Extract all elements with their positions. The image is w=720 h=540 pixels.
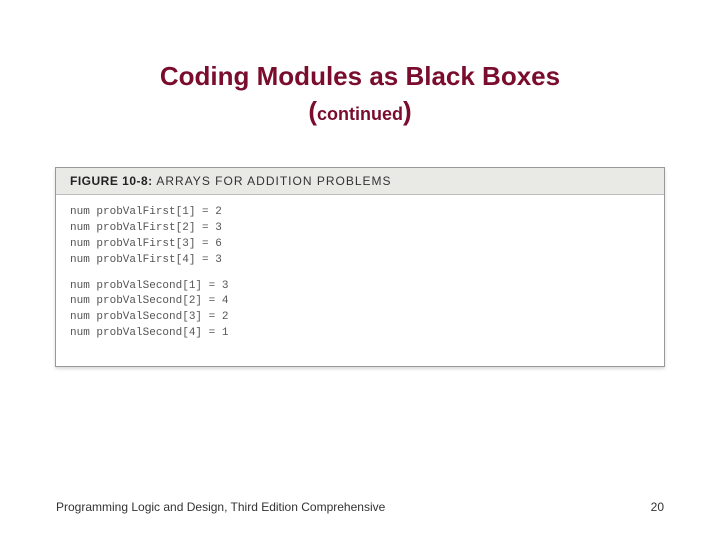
title-main: Coding Modules as Black Boxes [50, 60, 670, 94]
slide: Coding Modules as Black Boxes (continued… [0, 0, 720, 540]
figure-label: FIGURE 10-8: [70, 174, 153, 188]
code-line: num probValFirst[3] = 6 [70, 237, 650, 253]
code-line: num probValSecond[4] = 1 [70, 326, 650, 342]
figure-box: FIGURE 10-8: ARRAYS FOR ADDITION PROBLEM… [55, 167, 665, 368]
code-line: num probValSecond[2] = 4 [70, 294, 650, 310]
figure-header: FIGURE 10-8: ARRAYS FOR ADDITION PROBLEM… [56, 168, 664, 195]
footer-text: Programming Logic and Design, Third Edit… [56, 500, 385, 514]
figure-caption: ARRAYS FOR ADDITION PROBLEMS [156, 174, 391, 188]
title-continued: continued [317, 104, 403, 124]
slide-title: Coding Modules as Black Boxes (continued… [50, 60, 670, 127]
figure-body: num probValFirst[1] = 2 num probValFirst… [56, 195, 664, 367]
paren-close: ) [403, 96, 412, 126]
paren-open: ( [308, 96, 317, 126]
code-line: num probValFirst[2] = 3 [70, 221, 650, 237]
code-line: num probValFirst[4] = 3 [70, 253, 650, 269]
footer: Programming Logic and Design, Third Edit… [56, 500, 664, 514]
code-line: num probValFirst[1] = 2 [70, 205, 650, 221]
title-sub: (continued) [50, 96, 670, 127]
code-group-2: num probValSecond[1] = 3 num probValSeco… [70, 279, 650, 343]
code-line: num probValSecond[3] = 2 [70, 310, 650, 326]
code-line: num probValSecond[1] = 3 [70, 279, 650, 295]
page-number: 20 [651, 500, 664, 514]
code-group-1: num probValFirst[1] = 2 num probValFirst… [70, 205, 650, 269]
